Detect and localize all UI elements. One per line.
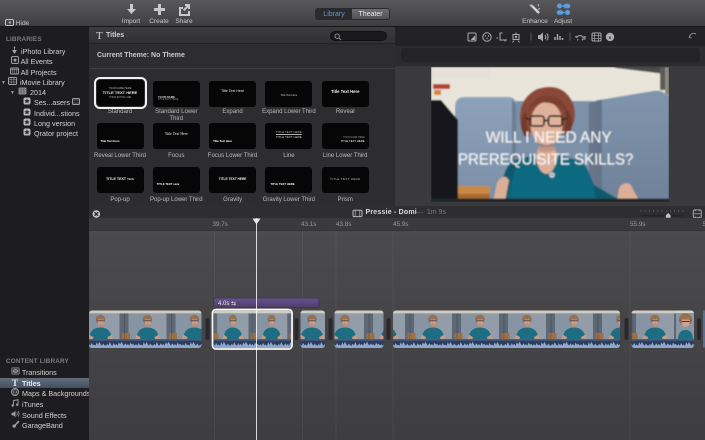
svg-text:WILL I NEED ANY: WILL I NEED ANY (486, 129, 612, 146)
svg-text:4.0s ⇆: 4.0s ⇆ (218, 300, 236, 307)
svg-text:PREREQUISITE SKILLS?: PREREQUISITE SKILLS? (458, 152, 634, 169)
